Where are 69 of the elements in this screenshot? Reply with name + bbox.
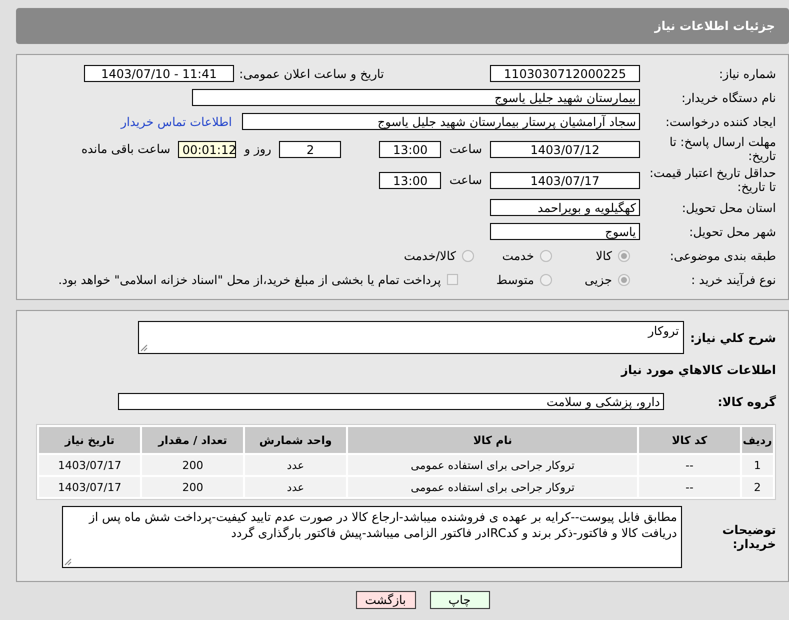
text-area[interactable]: تروکار	[138, 321, 684, 354]
table-cell: --	[639, 477, 740, 497]
text-field[interactable]: بیمارستان شهید جلیل یاسوج	[192, 89, 640, 106]
radio-button[interactable]	[540, 250, 552, 262]
table-cell: 1403/07/17	[39, 455, 140, 475]
table-cell: 200	[142, 477, 244, 497]
table-cell: 1403/07/17	[39, 477, 140, 497]
field-label: تاریخ و ساعت اعلان عمومی:	[238, 66, 385, 80]
field-label: روز و	[242, 142, 272, 156]
field-label: ساعت	[448, 142, 483, 156]
field-label: شرح کلي نیاز:	[689, 330, 777, 344]
option-label: کالا/خدمت	[404, 248, 456, 262]
field-label: نوع فرآیند خرید :	[690, 272, 777, 286]
resize-grip-icon[interactable]	[64, 558, 72, 566]
field-label: استان محل تحویل:	[680, 200, 777, 214]
table-cell: --	[639, 455, 740, 475]
section-title: اطلاعات کالاهاي مورد نیاز	[620, 362, 777, 379]
radio-button[interactable]	[618, 274, 630, 286]
text-field[interactable]: 2	[279, 140, 342, 158]
text-field[interactable]: 13:00	[379, 172, 442, 188]
table-cell: 200	[142, 455, 244, 475]
field-label: شماره نیاز:	[718, 66, 777, 80]
print-button[interactable]: چاپ	[430, 591, 490, 609]
text-area[interactable]: مطابق فایل پیوست--کرایه بر عهده ی فروشنده میباشد-ارجاع کالا در صورت عدم تایید کیفیت-پرداخت شش ماه پس از دریافت کالا و فاکتور-ذکر برند و کدIRCدر فاکتور الزامی میباشد-پیش فاکتور بارگذاری گردد	[62, 506, 682, 568]
page-header: جزئیات اطلاعات نیاز	[16, 8, 789, 44]
column-header: ردیف	[742, 427, 773, 453]
checkbox[interactable]	[447, 274, 458, 285]
option-label: متوسط	[496, 272, 534, 286]
column-header: واحد شمارش	[245, 427, 346, 453]
column-header: تعداد / مقدار	[142, 427, 244, 453]
table-cell: 1	[742, 455, 773, 475]
column-header: نام کالا	[348, 427, 638, 453]
field-label: ساعت باقی مانده	[80, 142, 172, 156]
field-label: توضیحات خریدار:	[721, 523, 777, 551]
text-field[interactable]: 1403/07/12	[490, 140, 640, 158]
radio-button[interactable]	[462, 250, 474, 262]
column-header: کد کالا	[639, 427, 740, 453]
field-label: طبقه بندی موضوعی:	[668, 248, 777, 262]
text-field[interactable]: کهگیلویه و بویراحمد	[490, 199, 640, 216]
table-cell: تروکار جراحی برای استفاده عمومی	[348, 477, 638, 497]
table-cell: عدد	[245, 455, 346, 475]
field-label: حداقل تاریخ اعتبار قیمت: تا تاریخ:	[648, 166, 777, 194]
option-label: کالا	[596, 248, 612, 262]
table-cell: 2	[742, 477, 773, 497]
field-label: ساعت	[448, 173, 483, 187]
text-field[interactable]: یاسوج	[490, 223, 640, 240]
field-label: گروه کالا:	[716, 394, 777, 408]
table-cell: عدد	[245, 477, 346, 497]
option-label: خدمت	[502, 248, 534, 262]
column-header: تاریخ نیاز	[39, 427, 140, 453]
text-field[interactable]: دارو، پزشکی و سلامت	[118, 393, 664, 410]
checkbox-label: پرداخت تمام یا بخشی از مبلغ خرید،از محل "اسناد خزانه اسلامی" خواهد بود.	[58, 272, 441, 286]
resize-grip-icon[interactable]	[140, 344, 148, 352]
radio-button[interactable]	[540, 274, 552, 286]
field-label: شهر محل تحویل:	[688, 224, 777, 238]
text-field[interactable]: 1403/07/10 - 11:41	[84, 65, 234, 82]
option-label: جزیی	[584, 272, 612, 286]
text-field[interactable]: 1403/07/17	[490, 172, 640, 188]
field-label: ایجاد کننده درخواست:	[664, 114, 777, 128]
back-button[interactable]: بازگشت	[356, 591, 416, 609]
text-field[interactable]: 13:00	[379, 140, 442, 158]
radio-button[interactable]	[618, 250, 630, 262]
field-label: نام دستگاه خریدار:	[680, 90, 777, 104]
countdown-field[interactable]: 00:01:12	[178, 140, 236, 158]
text-field[interactable]: 1103030712000225	[490, 65, 640, 82]
text-field[interactable]: سجاد آرامشیان پرستار بیمارستان شهید جلیل یاسوج	[242, 113, 640, 130]
table-cell: تروکار جراحی برای استفاده عمومی	[348, 455, 638, 475]
field-label: مهلت ارسال پاسخ: تا تاریخ:	[668, 135, 777, 163]
contact-link[interactable]: اطلاعات تماس خریدار	[120, 114, 242, 128]
